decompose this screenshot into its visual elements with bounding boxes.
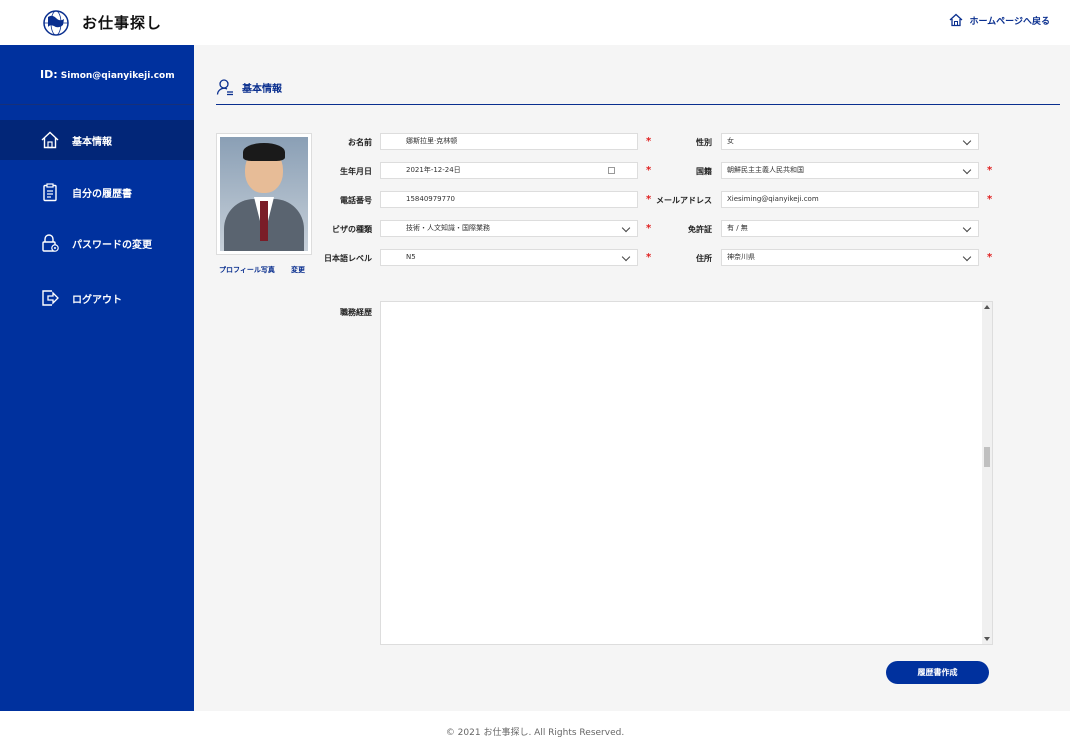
address-select[interactable]: 神奈川県 [721,249,979,266]
nationality-label: 国籍 [696,167,712,176]
gender-label: 性別 [696,138,712,147]
career-textarea[interactable] [380,301,993,645]
nationality-select[interactable]: 朝鮮民主主義人民共和国 [721,162,979,179]
change-photo-link[interactable]: 変更 [291,265,305,275]
sidebar-item-logout[interactable]: ログアウト [0,278,194,318]
visa-value: 技術・人文知識・国際業務 [406,224,490,232]
sidebar-item-password[interactable]: パスワードの変更 [0,223,194,263]
scroll-up-arrow-icon[interactable] [984,305,990,309]
license-value: 有 / 無 [727,224,748,232]
required-mark: * [987,194,993,205]
sidebar-item-label: ログアウト [72,294,122,306]
home-icon [949,13,963,27]
email-label: メールアドレス [656,196,712,205]
clipboard-icon [43,183,57,202]
logout-icon [42,290,59,306]
chevron-down-icon [621,252,631,262]
chevron-down-icon [621,223,631,233]
gender-select[interactable]: 女 [721,133,979,150]
section-title: 基本情報 [242,83,282,95]
visa-label: ビザの種類 [332,225,372,234]
profile-photo-frame [216,133,312,255]
japanese-level-label: 日本語レベル [324,254,372,263]
profile-photo [220,137,308,251]
email-input[interactable]: Xiesiming@qianyikeji.com [721,191,979,208]
birthday-label: 生年月日 [340,167,372,176]
nationality-value: 朝鮮民主主義人民共和国 [727,166,804,174]
lock-gear-icon [42,234,59,252]
required-mark: * [646,136,652,147]
sidebar-divider [0,104,194,105]
career-label: 職務経歴 [340,308,372,317]
home-icon [41,131,59,149]
footer-copyright: © 2021 お仕事探し. All Rights Reserved. [0,711,1070,755]
chevron-down-icon [962,252,972,262]
birthday-value: 2021年-12-24日 [406,166,461,174]
address-label: 住所 [696,254,712,263]
chevron-down-icon [962,223,972,233]
section-divider [216,104,1060,105]
user-email: Simon@qianyikeji.com [60,71,175,81]
career-scrollbar[interactable] [982,302,992,644]
profile-photo-label: プロフィール写真 [219,266,275,274]
scroll-down-arrow-icon[interactable] [984,637,990,641]
section-header: 基本情報 [216,78,282,96]
address-value: 神奈川県 [727,253,755,261]
sidebar-item-label: 基本情報 [72,136,112,148]
visa-select[interactable]: 技術・人文知識・国際業務 [380,220,638,237]
globe-logo-icon [43,10,69,36]
birthday-date-picker[interactable]: 2021年-12-24日 [380,162,638,179]
user-id: ID: Simon@qianyikeji.com [40,68,175,81]
sidebar-item-basic-info[interactable]: 基本情報 [0,120,194,160]
japanese-level-select[interactable]: N5 [380,249,638,266]
required-mark: * [646,252,652,263]
gender-value: 女 [727,137,734,145]
required-mark: * [987,165,993,176]
id-label: ID: [40,68,58,81]
calendar-icon [608,167,615,174]
chevron-down-icon [962,165,972,175]
site-title: お仕事探し [82,14,163,32]
phone-label: 電話番号 [340,196,372,205]
license-label: 免許証 [688,225,712,234]
home-page-link[interactable]: ホームページへ戻る [949,13,1050,27]
license-select[interactable]: 有 / 無 [721,220,979,237]
top-header: お仕事探し ホームページへ戻る [0,0,1070,45]
sidebar: ID: Simon@qianyikeji.com 基本情報 自分の履歴書 パスワ… [0,45,194,711]
home-link-label: ホームページへ戻る [969,16,1050,27]
phone-input[interactable]: 15840979770 [380,191,638,208]
japanese-level-value: N5 [406,253,416,261]
user-profile-icon [216,79,233,96]
required-mark: * [646,223,652,234]
sidebar-item-label: パスワードの変更 [72,239,152,251]
scroll-thumb[interactable] [984,447,990,467]
name-label: お名前 [348,138,372,147]
sidebar-item-resume[interactable]: 自分の履歴書 [0,172,194,212]
chevron-down-icon [962,136,972,146]
create-resume-button[interactable]: 履歴書作成 [886,661,989,684]
name-input[interactable]: 娜斯拉里·克林顿 [380,133,638,150]
required-mark: * [987,252,993,263]
sidebar-item-label: 自分の履歴書 [72,188,132,200]
main-content: 基本情報 プロフィール写真 変更 お名前 生年月日 電話番号 ビザの種類 日本語… [194,45,1070,711]
required-mark: * [646,165,652,176]
